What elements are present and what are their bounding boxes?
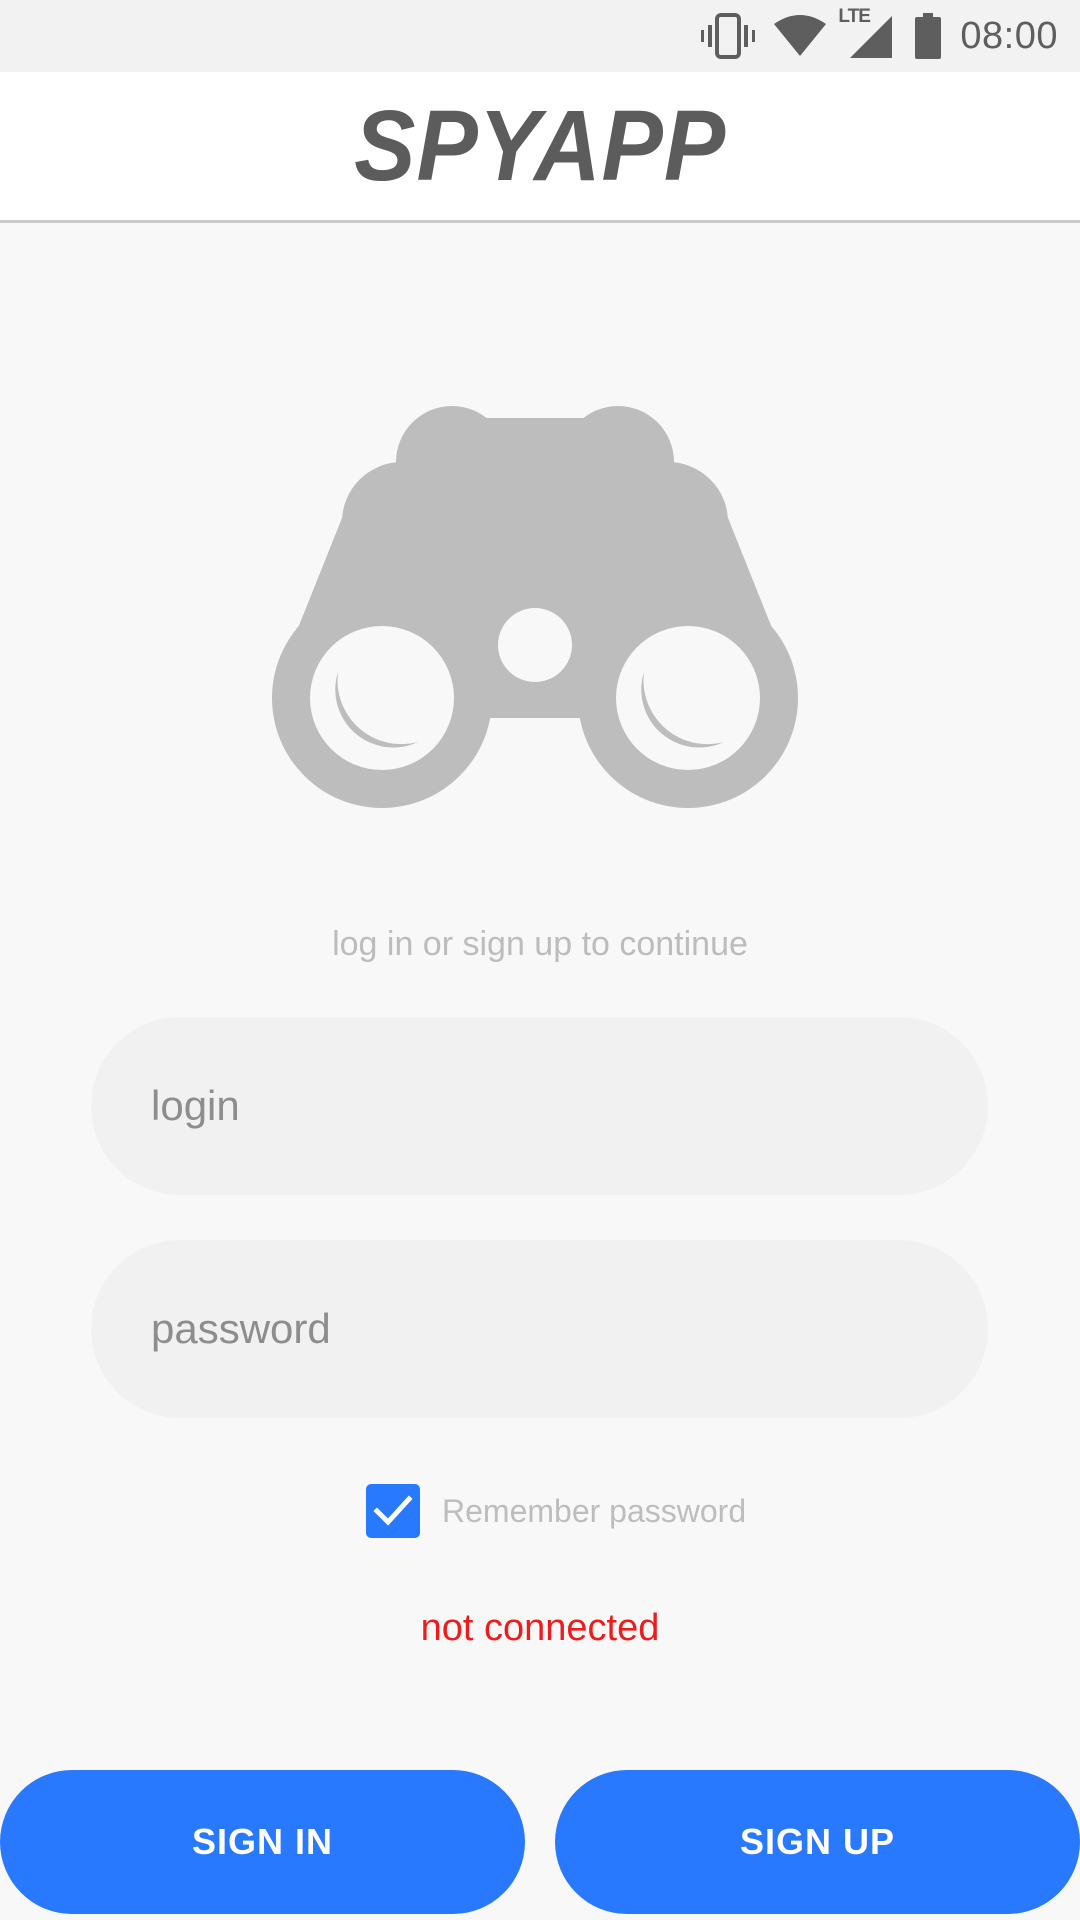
- subtitle: log in or sign up to continue: [332, 925, 748, 963]
- password-field[interactable]: [91, 1240, 988, 1418]
- status-icons: LTE 08:00: [700, 6, 1058, 62]
- connection-status: not connected: [420, 1607, 660, 1649]
- cell-signal-icon: LTE: [838, 6, 894, 60]
- remember-password-checkbox[interactable]: [366, 1484, 420, 1538]
- network-type-label: LTE: [838, 6, 871, 27]
- login-input[interactable]: [151, 1082, 911, 1130]
- remember-password-option[interactable]: Remember password: [366, 1484, 746, 1538]
- sign-in-button[interactable]: SIGN IN: [0, 1770, 525, 1914]
- remember-password-label: Remember password: [442, 1492, 747, 1529]
- binoculars-icon: [270, 398, 800, 808]
- battery-icon: [914, 12, 942, 60]
- status-clock: 08:00: [960, 14, 1058, 57]
- status-bar: LTE 08:00: [0, 0, 1080, 72]
- wifi-icon: [772, 14, 828, 58]
- app-title: SPYAPP: [354, 89, 726, 202]
- vibrate-icon: [700, 12, 756, 60]
- password-input[interactable]: [151, 1305, 911, 1353]
- login-field[interactable]: [91, 1017, 988, 1195]
- sign-up-button[interactable]: SIGN UP: [555, 1770, 1080, 1914]
- app-bar: SPYAPP: [0, 72, 1080, 223]
- checkmark-icon: [373, 1495, 413, 1526]
